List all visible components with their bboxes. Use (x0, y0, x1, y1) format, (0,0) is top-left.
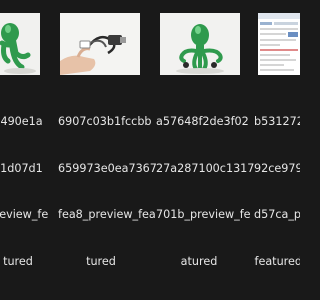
file-name-line: d490e1a (0, 115, 43, 128)
file-name-line: 659973e0ea7367 (58, 161, 157, 175)
file-explorer-grid: d490e1a e1d07d1 preview_fe tured 6907c03… (0, 0, 300, 300)
thumbnail-image (160, 13, 240, 75)
file-name-line: preview_fe (0, 208, 49, 221)
file-name-line: 6907c03b1fccbb (58, 115, 152, 128)
software-window-icon (258, 13, 300, 75)
file-name-line: a57648f2de3f02 (156, 115, 249, 128)
octopus-figure-icon (160, 13, 240, 75)
file-name: d490e1a e1d07d1 preview_fe tured (0, 83, 66, 300)
thumbnail-image (0, 13, 40, 75)
thumbnail-image (258, 13, 300, 75)
file-name-line: 92ce979 (254, 161, 300, 175)
usb-cable-photo-icon (60, 13, 140, 75)
file-name-line: tured (3, 254, 33, 268)
file-name-line: b531272 (254, 115, 300, 128)
file-name-line: featured (254, 254, 301, 268)
file-name: 6907c03b1fccbb 659973e0ea7367 fea8_previ… (58, 83, 157, 300)
file-name: b531272 92ce979 d57ca_pr featured (254, 83, 300, 300)
file-name-line: 701b_preview_fe (156, 208, 251, 221)
thumbnail-image (60, 13, 140, 75)
file-name-line: tured (86, 254, 116, 268)
file-name-line: fea8_preview_fea (58, 208, 156, 221)
octopus-figure-icon (0, 13, 40, 75)
file-name-line: atured (180, 254, 218, 268)
file-name: a57648f2de3f02 27a287100c1317 701b_previ… (156, 83, 255, 300)
file-name-line: d57ca_pr (254, 208, 300, 221)
file-name-line: 27a287100c1317 (156, 161, 255, 175)
file-name-line: e1d07d1 (0, 161, 43, 175)
